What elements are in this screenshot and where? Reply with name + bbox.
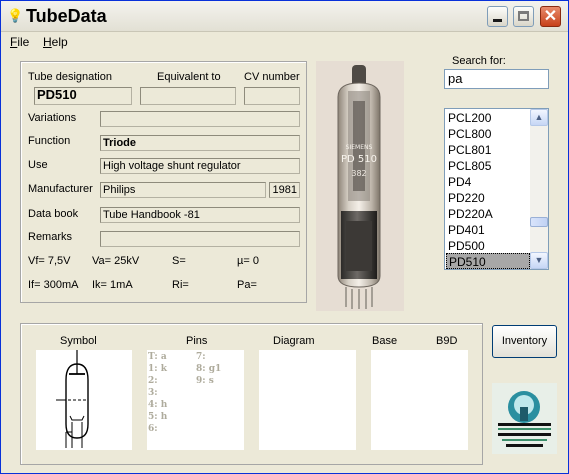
pin-entry: 7:	[196, 352, 206, 362]
list-item[interactable]: PD220	[446, 190, 530, 206]
diagram-label: Diagram	[273, 335, 315, 347]
pin-entry: 4: h	[148, 400, 168, 410]
pin-entry: 1: k	[148, 364, 167, 374]
main-window: 💡 TubeData ✕ File Help Tube designation …	[0, 0, 569, 474]
menu-help[interactable]: Help	[43, 35, 68, 49]
scroll-up-icon: ▲	[534, 112, 544, 122]
scroll-thumb[interactable]	[530, 217, 548, 227]
maximize-icon	[518, 11, 529, 21]
list-item[interactable]: PCL801	[446, 142, 530, 158]
symbol-label: Symbol	[60, 335, 97, 347]
diagram-box	[259, 350, 356, 450]
equivalent-label: Equivalent to	[157, 71, 221, 83]
manufacturer-label: Manufacturer	[28, 183, 93, 195]
manufacturer-field[interactable]: Philips	[100, 182, 266, 198]
pins-label: Pins	[186, 335, 208, 347]
base-box	[371, 350, 468, 450]
menu-help-label: elp	[51, 35, 68, 49]
param-pa: Pa=	[237, 279, 257, 291]
remarks-label: Remarks	[28, 231, 73, 243]
param-if: If= 300mA	[28, 279, 79, 291]
databook-field[interactable]: Tube Handbook -81	[100, 207, 300, 223]
scroll-down-icon: ▼	[534, 255, 544, 265]
pin-entry: 8: g1	[196, 364, 222, 374]
symbol-box	[36, 350, 132, 450]
list-item[interactable]: PD4	[446, 174, 530, 190]
pins-box: T: a 1: k 2: 3: 4: h 5: h 6: 7: 8: g1 9:…	[147, 350, 244, 450]
app-logo	[492, 383, 557, 454]
function-label: Function	[28, 135, 71, 147]
list-item[interactable]: PCL805	[446, 158, 530, 174]
tube-photo-image: SIEMENS PD 510 382	[337, 65, 381, 309]
triode-symbol-icon	[56, 350, 89, 448]
param-vf: Vf= 7,5V	[28, 255, 71, 267]
app-title: TubeData	[26, 6, 107, 26]
param-ri: Ri=	[172, 279, 189, 291]
cv-number-label: CV number	[244, 71, 300, 83]
tube-designation-label: Tube designation	[28, 71, 112, 83]
base-value: B9D	[436, 335, 458, 347]
tube-label-code: 382	[351, 169, 366, 178]
pin-entry: 9: s	[196, 376, 214, 386]
list-item[interactable]: PCL200	[446, 110, 530, 126]
list-item[interactable]: PD401	[446, 222, 530, 238]
function-field[interactable]: Triode	[100, 135, 300, 151]
scroll-up-button[interactable]: ▲	[530, 109, 548, 126]
cv-number-field[interactable]	[244, 87, 300, 105]
results-scrollbar[interactable]: ▲ ▼	[530, 109, 548, 269]
minimize-icon	[493, 19, 502, 22]
menu-file-label: ile	[17, 35, 30, 49]
menu-file[interactable]: File	[10, 35, 29, 49]
pins-list-left: T: a 1: k 2: 3: 4: h 5: h 6:	[148, 351, 167, 435]
pin-entry: 2:	[148, 376, 158, 386]
databook-label: Data book	[28, 208, 79, 220]
use-label: Use	[28, 159, 48, 171]
pin-entry: 5: h	[148, 412, 168, 422]
close-button[interactable]: ✕	[540, 6, 561, 27]
tube-photo: SIEMENS PD 510 382	[316, 61, 404, 311]
pin-entry: T: a	[148, 352, 167, 362]
search-input[interactable]: pa	[444, 69, 549, 89]
minimize-button[interactable]	[487, 6, 508, 27]
variations-field[interactable]	[100, 111, 300, 127]
title-bar[interactable]: 💡 TubeData ✕	[1, 1, 568, 32]
base-label: Base	[372, 335, 398, 347]
tube-designation-field[interactable]: PD510	[34, 87, 132, 105]
list-item-selected[interactable]: PD510	[446, 253, 530, 269]
tube-logo-icon	[492, 383, 557, 454]
pins-list-right: 7: 8: g1 9: s	[196, 351, 221, 387]
menu-bar: File Help	[1, 32, 568, 52]
inventory-button[interactable]: Inventory	[492, 325, 557, 358]
equivalent-field[interactable]	[140, 87, 236, 105]
maximize-button[interactable]	[513, 6, 534, 27]
search-label: Search for:	[452, 55, 506, 67]
pin-entry: 3:	[148, 388, 158, 398]
remarks-field[interactable]	[100, 231, 300, 247]
param-ik: Ik= 1mA	[92, 279, 133, 291]
tube-label-brand: SIEMENS	[346, 144, 373, 151]
list-item[interactable]: PCL800	[446, 126, 530, 142]
scroll-down-button[interactable]: ▼	[530, 252, 548, 269]
close-icon: ✕	[543, 8, 558, 25]
app-icon: 💡	[7, 8, 24, 23]
tube-label-type: PD 510	[341, 154, 377, 165]
variations-label: Variations	[28, 112, 77, 124]
results-list[interactable]: PCL200 PCL800 PCL801 PCL805 PD4 PD220 PD…	[444, 108, 549, 270]
menu-help-mnemonic: H	[43, 35, 52, 49]
year-field[interactable]: 1981	[269, 182, 300, 198]
param-s: S=	[172, 255, 186, 267]
param-mu: µ= 0	[237, 255, 259, 267]
param-va: Va= 25kV	[92, 255, 140, 267]
pin-entry: 6:	[148, 424, 158, 434]
list-item[interactable]: PD220A	[446, 206, 530, 222]
list-item[interactable]: PD500	[446, 238, 530, 254]
use-field[interactable]: High voltage shunt regulator	[100, 158, 300, 174]
